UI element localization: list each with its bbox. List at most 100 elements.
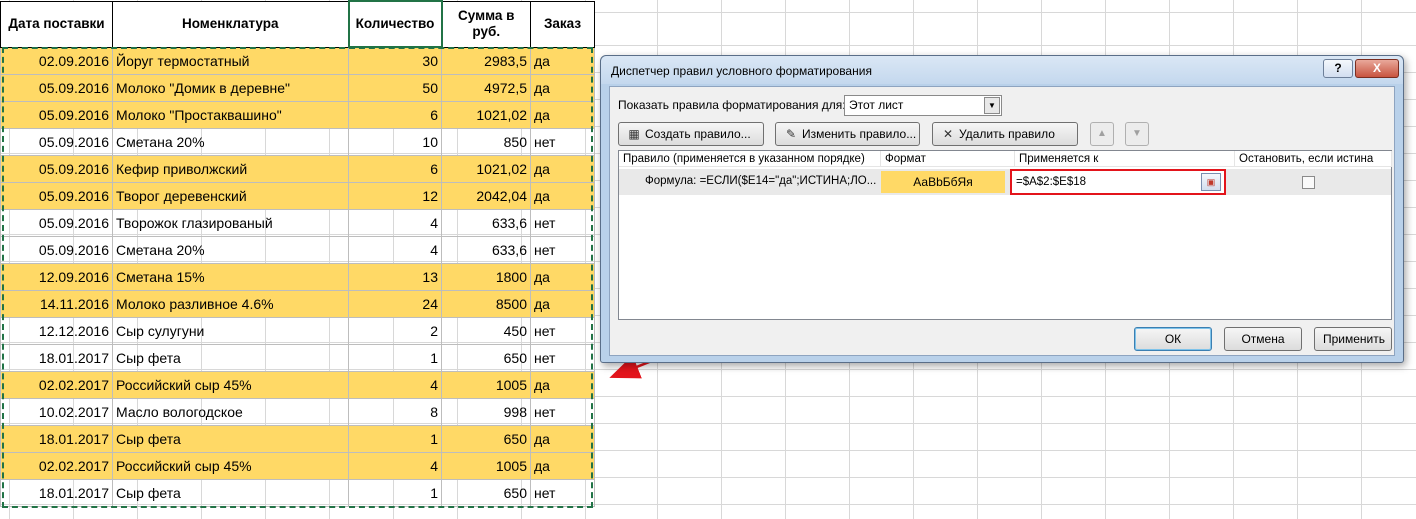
cell-qty[interactable]: 10 [348,127,442,156]
table-row[interactable]: 05.09.2016 Сметана 20% 10 850 нет [0,127,595,156]
table-row[interactable]: 05.09.2016 Сметана 20% 4 633,6 нет [0,235,595,264]
cell-sum[interactable]: 8500 [441,289,531,318]
cell-order[interactable]: да [530,100,595,129]
cell-order[interactable]: да [530,424,595,453]
cell-date[interactable]: 05.09.2016 [0,154,113,183]
cell-qty[interactable]: 1 [348,343,442,372]
cell-sum[interactable]: 2042,04 [441,181,531,210]
cell-order[interactable]: нет [530,235,595,264]
column-applies-to[interactable]: Применяется к [1015,151,1235,167]
cell-date[interactable]: 05.09.2016 [0,235,113,264]
range-collapse-icon[interactable]: ▣ [1201,173,1221,191]
cell-qty[interactable]: 24 [348,289,442,318]
table-row[interactable]: 02.02.2017 Российский сыр 45% 4 1005 да [0,451,595,480]
cell-order[interactable]: нет [530,127,595,156]
cell-sum[interactable]: 850 [441,127,531,156]
cell-date[interactable]: 12.09.2016 [0,262,113,291]
cell-name[interactable]: Сыр фета [112,478,349,507]
cell-name[interactable]: Российский сыр 45% [112,451,349,480]
cell-order[interactable]: да [530,262,595,291]
create-rule-button[interactable]: ▦ Создать правило... [618,122,764,146]
cell-order[interactable]: да [530,289,595,318]
table-row[interactable]: 10.02.2017 Масло вологодское 8 998 нет [0,397,595,426]
cell-qty[interactable]: 4 [348,208,442,237]
table-row[interactable]: 05.09.2016 Кефир приволжский 6 1021,02 да [0,154,595,183]
cell-name[interactable]: Молоко разливное 4.6% [112,289,349,318]
cell-sum[interactable]: 1021,02 [441,100,531,129]
cell-sum[interactable]: 998 [441,397,531,426]
cell-name[interactable]: Творожок глазированый [112,208,349,237]
cell-name[interactable]: Сметана 20% [112,127,349,156]
cell-date[interactable]: 18.01.2017 [0,343,113,372]
cell-name[interactable]: Сыр фета [112,343,349,372]
cell-date[interactable]: 02.02.2017 [0,370,113,399]
cell-order[interactable]: нет [530,316,595,345]
help-button[interactable]: ? [1323,59,1353,78]
cell-date[interactable]: 12.12.2016 [0,316,113,345]
cell-name[interactable]: Творог деревенский [112,181,349,210]
cell-order[interactable]: нет [530,208,595,237]
cell-name[interactable]: Молоко "Простаквашино" [112,100,349,129]
ok-button[interactable]: ОК [1134,327,1212,351]
column-rule[interactable]: Правило (применяется в указанном порядке… [619,151,881,167]
cell-name[interactable]: Кефир приволжский [112,154,349,183]
cell-name[interactable]: Сыр сулугуни [112,316,349,345]
table-row[interactable]: 12.09.2016 Сметана 15% 13 1800 да [0,262,595,291]
delete-rule-button[interactable]: ✕ Удалить правило [932,122,1078,146]
cell-order[interactable]: да [530,451,595,480]
cell-sum[interactable]: 1021,02 [441,154,531,183]
show-rules-select[interactable]: Этот лист ▼ [844,95,1002,116]
cell-qty[interactable]: 1 [348,424,442,453]
cell-date[interactable]: 05.09.2016 [0,100,113,129]
move-up-button[interactable]: ▲ [1090,122,1114,146]
cell-order[interactable]: да [530,370,595,399]
cell-date[interactable]: 18.01.2017 [0,424,113,453]
table-row[interactable]: 02.09.2016 Йоруг термостатный 30 2983,5 да [0,46,595,75]
header-order[interactable]: Заказ [530,0,595,48]
cell-qty[interactable]: 12 [348,181,442,210]
stop-if-true-checkbox[interactable] [1302,176,1315,189]
cell-qty[interactable]: 13 [348,262,442,291]
table-row[interactable]: 02.02.2017 Российский сыр 45% 4 1005 да [0,370,595,399]
cell-qty[interactable]: 4 [348,235,442,264]
header-qty[interactable]: Количество [347,0,443,48]
cell-sum[interactable]: 1005 [441,370,531,399]
cell-qty[interactable]: 50 [348,73,442,102]
cell-date[interactable]: 02.09.2016 [0,46,113,75]
cell-order[interactable]: да [530,46,595,75]
cell-date[interactable]: 18.01.2017 [0,478,113,507]
cell-qty[interactable]: 30 [348,46,442,75]
cell-name[interactable]: Российский сыр 45% [112,370,349,399]
cell-date[interactable]: 02.02.2017 [0,451,113,480]
cell-sum[interactable]: 2983,5 [441,46,531,75]
cell-name[interactable]: Сметана 20% [112,235,349,264]
cell-name[interactable]: Сыр фета [112,424,349,453]
cell-qty[interactable]: 6 [348,154,442,183]
table-row[interactable]: 18.01.2017 Сыр фета 1 650 нет [0,478,595,507]
cell-name[interactable]: Молоко "Домик в деревне" [112,73,349,102]
edit-rule-button[interactable]: ✎ Изменить правило... [775,122,920,146]
chevron-down-icon[interactable]: ▼ [984,97,1000,114]
cell-order[interactable]: нет [530,397,595,426]
cell-sum[interactable]: 4972,5 [441,73,531,102]
table-row[interactable]: 12.12.2016 Сыр сулугуни 2 450 нет [0,316,595,345]
cell-date[interactable]: 05.09.2016 [0,127,113,156]
cell-sum[interactable]: 1800 [441,262,531,291]
cell-qty[interactable]: 2 [348,316,442,345]
cell-order[interactable]: да [530,181,595,210]
table-row[interactable]: 05.09.2016 Молоко "Простаквашино" 6 1021,02… [0,100,595,129]
cell-name[interactable]: Сметана 15% [112,262,349,291]
cell-qty[interactable]: 8 [348,397,442,426]
cell-sum[interactable]: 650 [441,343,531,372]
header-name[interactable]: Номенклатура [112,0,349,48]
rule-row[interactable]: Формула: =ЕСЛИ($E14="да";ИСТИНА;ЛО... Аа… [619,169,1391,195]
cell-sum[interactable]: 633,6 [441,235,531,264]
cell-date[interactable]: 05.09.2016 [0,73,113,102]
cell-date[interactable]: 05.09.2016 [0,208,113,237]
rules-list[interactable]: Правило (применяется в указанном порядке… [618,150,1392,320]
applies-to-field[interactable]: =$A$2:$E$18 ▣ [1010,169,1226,195]
close-button[interactable]: X [1355,59,1399,78]
cell-date[interactable]: 14.11.2016 [0,289,113,318]
cell-date[interactable]: 10.02.2017 [0,397,113,426]
cell-name[interactable]: Масло вологодское [112,397,349,426]
